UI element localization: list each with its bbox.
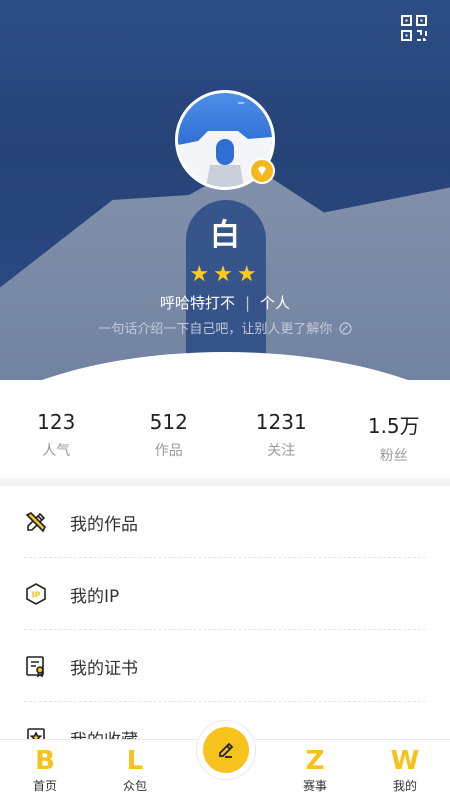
- edit-icon[interactable]: [338, 322, 352, 335]
- tab-home[interactable]: B 首页: [0, 740, 90, 800]
- ip-icon: IP: [26, 583, 46, 605]
- qr-code-icon: [401, 15, 427, 41]
- svg-text:IP: IP: [32, 591, 41, 600]
- vip-badge: [249, 158, 275, 184]
- stat-value: 1.5万: [367, 414, 420, 438]
- create-button-inner: [203, 727, 249, 773]
- pencil-icon: [219, 742, 234, 758]
- menu-item-label: 我的IP: [70, 586, 120, 607]
- tab-mine[interactable]: W 我的: [360, 740, 450, 800]
- user-tagline: 呼哈特打不 | 个人: [0, 292, 450, 313]
- user-name: 白: [210, 218, 240, 253]
- stat-label: 人气: [42, 443, 71, 459]
- stat-value: 123: [37, 410, 76, 434]
- tab-logo-w-icon: W: [390, 746, 420, 776]
- stats-bar: 123 人气 512 作品 1231 关注 1.5万 粉丝: [0, 410, 450, 470]
- tab-logo-b-icon: B: [35, 746, 55, 776]
- tagline-separator: |: [244, 294, 251, 312]
- star-rating: ★★★: [189, 262, 261, 287]
- diamond-icon: [258, 166, 266, 176]
- stat-label: 作品: [154, 443, 183, 459]
- stat-value: 512: [149, 410, 188, 434]
- avatar-container[interactable]: [175, 90, 275, 190]
- tab-label: 我的: [392, 779, 417, 793]
- stat-fans[interactable]: 1.5万 粉丝: [338, 410, 450, 470]
- tab-label: 首页: [32, 779, 57, 793]
- tab-label: 众包: [122, 779, 147, 793]
- stat-works[interactable]: 512 作品: [113, 410, 226, 470]
- menu-item-label: 我的作品: [70, 514, 138, 535]
- stat-popularity[interactable]: 123 人气: [0, 410, 113, 470]
- profile-header: 白 ★★★ 呼哈特打不 | 个人 一句话介绍一下自己吧，让别人更了解你: [0, 0, 450, 380]
- tab-crowdsource[interactable]: L 众包: [90, 740, 180, 800]
- certificate-icon: [26, 656, 44, 678]
- user-bio[interactable]: 一句话介绍一下自己吧，让别人更了解你: [0, 318, 450, 337]
- stat-value: 1231: [255, 410, 307, 434]
- account-type: 个人: [260, 294, 291, 312]
- menu-item-label: 我的证书: [70, 658, 138, 679]
- tab-competition[interactable]: Z 赛事: [270, 740, 360, 800]
- tab-logo-l-icon: L: [126, 746, 144, 776]
- menu-item-my-certificates[interactable]: 我的证书: [0, 630, 450, 702]
- create-button[interactable]: [196, 720, 256, 780]
- stat-following[interactable]: 1231 关注: [225, 410, 338, 470]
- tab-label: 赛事: [302, 779, 327, 793]
- stat-label: 关注: [267, 443, 296, 459]
- qr-code-button[interactable]: [400, 14, 428, 42]
- pencil-ruler-icon: [25, 512, 46, 533]
- menu-item-my-works[interactable]: 我的作品: [0, 486, 450, 558]
- tab-logo-z-icon: Z: [305, 746, 325, 776]
- menu-item-my-ip[interactable]: IP 我的IP: [0, 558, 450, 630]
- bottom-tab-bar: B 首页 L 众包 Z 赛事 W 我的: [0, 720, 450, 800]
- section-divider: [0, 478, 450, 486]
- bio-text: 一句话介绍一下自己吧，让别人更了解你: [98, 322, 333, 337]
- user-nickname: 呼哈特打不: [159, 294, 235, 312]
- stat-label: 粉丝: [379, 448, 408, 464]
